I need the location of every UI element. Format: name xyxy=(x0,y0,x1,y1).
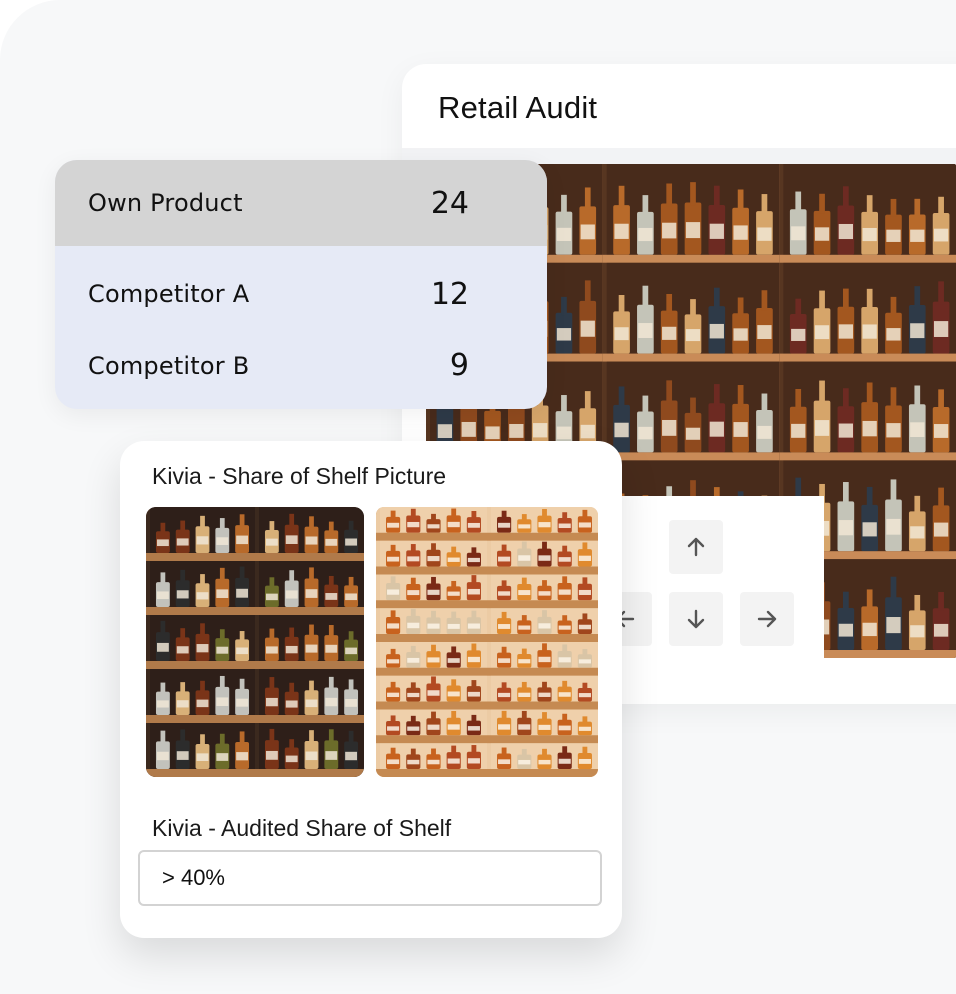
counts-label: Competitor B xyxy=(88,352,250,380)
counts-row-own-product: Own Product 24 xyxy=(55,160,547,246)
audited-share-title: Kivia - Audited Share of Shelf xyxy=(152,815,452,841)
counts-row-competitor-b: Competitor B 9 xyxy=(55,342,547,409)
counts-label: Competitor A xyxy=(88,280,250,308)
arrow-right-icon xyxy=(757,610,777,628)
share-of-shelf-card: Kivia - Share of Shelf Picture Kivia - A… xyxy=(120,441,622,938)
arrow-right-button[interactable] xyxy=(740,592,794,646)
retail-audit-title: Retail Audit xyxy=(438,90,598,125)
arrow-down-icon xyxy=(687,609,705,629)
counts-value: 9 xyxy=(449,348,469,383)
product-counts-table: Own Product 24 Competitor A 12 Competito… xyxy=(55,160,547,409)
counts-label: Own Product xyxy=(88,189,243,217)
counts-row-competitor-a: Competitor A 12 xyxy=(55,246,547,342)
arrow-up-icon xyxy=(687,537,705,557)
arrow-up-button[interactable] xyxy=(669,520,723,574)
arrow-down-button[interactable] xyxy=(669,592,723,646)
shelf-picture-thumbnail-2[interactable] xyxy=(376,507,598,777)
share-picture-title: Kivia - Share of Shelf Picture xyxy=(152,463,447,489)
counts-value: 24 xyxy=(430,185,469,221)
audited-share-input[interactable]: > 40% xyxy=(138,850,602,906)
navigation-controls xyxy=(598,496,824,660)
counts-value: 12 xyxy=(430,276,469,312)
shelf-picture-thumbnail-1[interactable] xyxy=(146,507,364,777)
